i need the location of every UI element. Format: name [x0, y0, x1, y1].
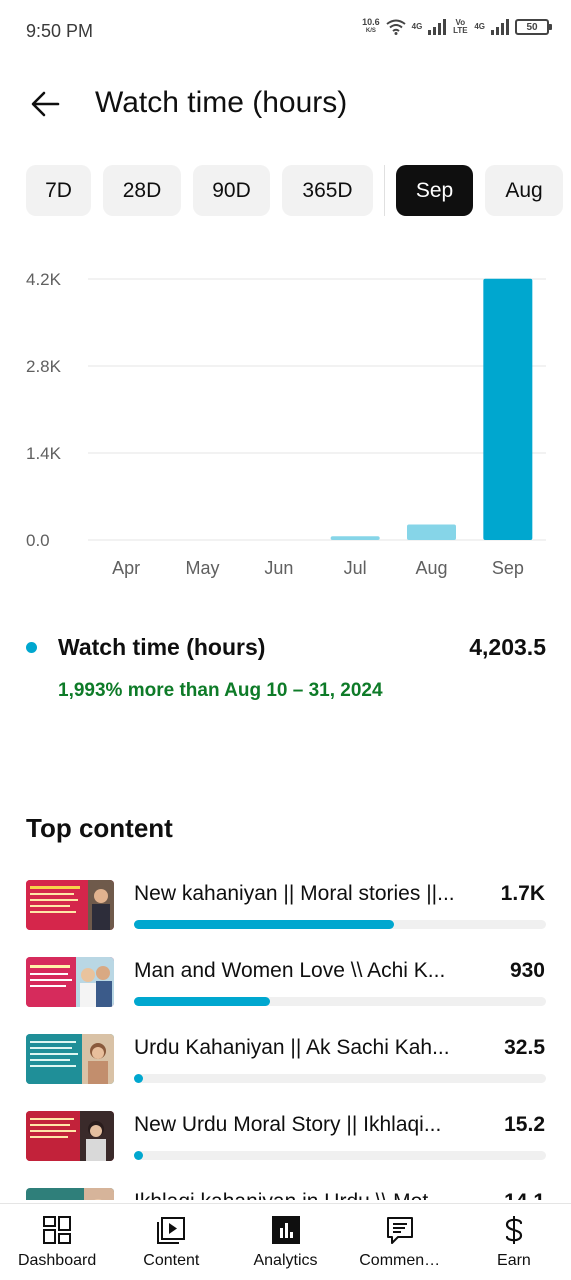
content-value: 15.2: [504, 1113, 545, 1136]
nav-content[interactable]: Content: [114, 1204, 228, 1280]
network-speed: 10.6 K/S: [362, 18, 380, 36]
content-title: Ikhlaqi kahaniyan in Urdu \\ Mot...: [134, 1190, 469, 1200]
content-title: Man and Women Love \\ Achi K...: [134, 959, 446, 982]
nav-dashboard[interactable]: Dashboard: [0, 1204, 114, 1280]
nav-analytics[interactable]: Analytics: [228, 1204, 342, 1280]
video-thumbnail: [26, 1188, 114, 1200]
chip-aug[interactable]: Aug: [485, 165, 563, 216]
bottom-navigation: Dashboard Content Analytics Commen… Earn: [0, 1203, 571, 1280]
chip-7d[interactable]: 7D: [26, 165, 91, 216]
metric-label: Watch time (hours): [58, 634, 266, 660]
metric-summary: Watch time (hours) 4,203.5 1,993% more t…: [26, 630, 546, 710]
chart-bar: [407, 524, 456, 540]
page-title: Watch time (hours): [95, 86, 348, 119]
y-tick-label: 1.4K: [26, 444, 62, 463]
content-row[interactable]: New Urdu Moral Story || Ikhlaqi... 15.2: [0, 1109, 571, 1169]
content-share-track: [134, 920, 546, 929]
content-title: New kahaniyan || Moral stories ||...: [134, 882, 455, 905]
nav-label: Analytics: [253, 1252, 318, 1269]
content-row[interactable]: Ikhlaqi kahaniyan in Urdu \\ Mot... 14.1: [0, 1186, 571, 1200]
content-row[interactable]: Man and Women Love \\ Achi K... 930: [0, 955, 571, 1015]
chip-365d[interactable]: 365D: [282, 165, 373, 216]
y-tick-label: 2.8K: [26, 357, 62, 376]
metric-legend-dot: [26, 642, 37, 653]
content-title: Urdu Kahaniyan || Ak Sachi Kah...: [134, 1036, 450, 1059]
content-icon: [157, 1217, 186, 1244]
nav-label: Earn: [497, 1252, 531, 1269]
comments-icon: [386, 1217, 413, 1244]
back-button[interactable]: [26, 84, 66, 124]
y-tick-label: 0.0: [26, 531, 50, 550]
content-value: 14.1: [504, 1190, 545, 1200]
content-row[interactable]: New kahaniyan || Moral stories ||... 1.7…: [0, 878, 571, 938]
content-share-track: [134, 1151, 546, 1160]
nav-label: Dashboard: [17, 1252, 97, 1269]
content-title: New Urdu Moral Story || Ikhlaqi...: [134, 1113, 442, 1136]
status-time: 9:50 PM: [26, 21, 94, 41]
content-share-track: [134, 1074, 546, 1083]
top-content-title: Top content: [26, 813, 173, 843]
chip-28d[interactable]: 28D: [103, 165, 181, 216]
chip-divider: [384, 165, 385, 216]
chart-bar: [483, 278, 533, 540]
wifi-icon: [386, 19, 406, 35]
back-arrow-icon: [31, 91, 60, 117]
content-share-bar: [134, 920, 394, 929]
x-tick-label: Jun: [264, 558, 293, 578]
content-row[interactable]: Urdu Kahaniyan || Ak Sachi Kah... 32.5: [0, 1032, 571, 1092]
metric-value: 4,203.5: [469, 634, 546, 660]
signal-icon-2: [491, 19, 509, 35]
content-share-bar: [134, 997, 270, 1006]
content-share-bar: [134, 1074, 143, 1083]
video-thumbnail: [26, 1034, 114, 1084]
dashboard-icon: [43, 1216, 72, 1244]
watch-time-chart: 0.0 1.4K 2.8K 4.2K Apr May Jun Jul Aug Sep: [0, 262, 571, 592]
x-tick-label: Jul: [344, 558, 367, 578]
content-share-bar: [134, 1151, 143, 1160]
video-thumbnail: [26, 1111, 114, 1161]
x-tick-label: May: [185, 558, 219, 578]
chip-sep[interactable]: Sep: [396, 165, 473, 216]
metric-comparison: 1,993% more than Aug 10 – 31, 2024: [58, 680, 383, 701]
y-tick-label: 4.2K: [26, 270, 62, 289]
nav-label: Content: [143, 1252, 200, 1269]
network-speed-value: 10.6: [362, 17, 380, 27]
chip-90d[interactable]: 90D: [193, 165, 270, 216]
battery-icon: 50: [515, 19, 552, 35]
content-value: 1.7K: [500, 882, 545, 905]
x-tick-label: Aug: [415, 558, 447, 578]
network-type-1: 4G: [411, 22, 423, 31]
volte-label: Vo LTE: [453, 18, 468, 35]
x-tick-label: Apr: [112, 558, 140, 578]
analytics-icon: [271, 1216, 300, 1244]
x-tick-label: Sep: [492, 558, 524, 578]
status-icons: 10.6 K/S 4G Vo LTE 4G 50: [362, 18, 552, 36]
video-thumbnail: [26, 957, 114, 1007]
content-share-track: [134, 997, 546, 1006]
chart-bar: [330, 536, 380, 540]
status-bar: 9:50 PM 10.6 K/S 4G Vo LTE 4G 50: [0, 0, 571, 64]
signal-icon: [428, 19, 447, 35]
nav-earn[interactable]: Earn: [457, 1204, 571, 1280]
header: Watch time (hours): [0, 78, 571, 130]
network-speed-unit: K/S: [365, 28, 376, 34]
battery-level: 50: [526, 21, 538, 33]
content-value: 930: [509, 959, 545, 982]
nav-label: Commen…: [359, 1252, 441, 1269]
nav-comments[interactable]: Commen…: [343, 1204, 457, 1280]
top-content-list: New kahaniyan || Moral stories ||... 1.7…: [0, 878, 571, 1200]
network-type-2: 4G: [474, 22, 485, 31]
earn-icon: [505, 1216, 523, 1244]
video-thumbnail: [26, 880, 114, 930]
content-value: 32.5: [504, 1036, 545, 1059]
period-chips: 7D 28D 90D 365D Sep Aug: [26, 165, 571, 216]
watch-time-bar-chart: 0.0 1.4K 2.8K 4.2K Apr May Jun Jul Aug Sep: [26, 270, 546, 578]
